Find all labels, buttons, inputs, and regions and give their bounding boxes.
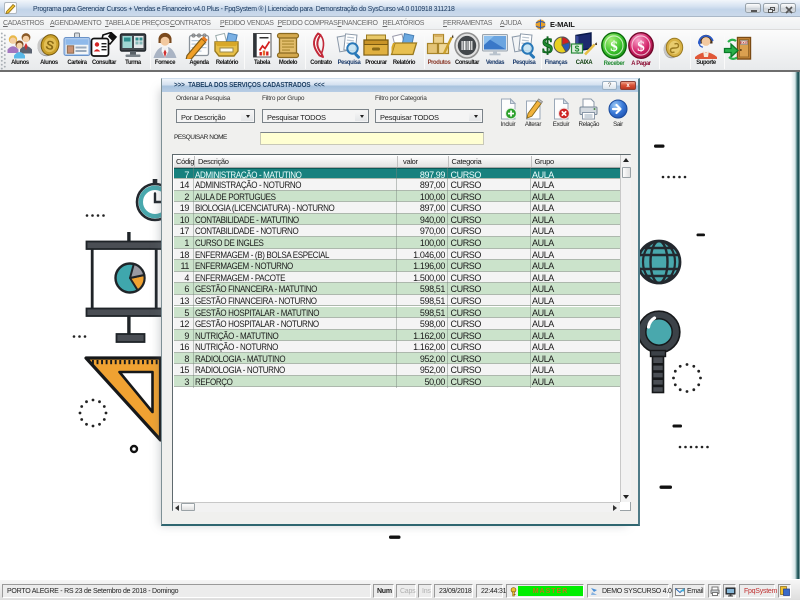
svg-text:$: $ [575, 44, 580, 54]
svg-text:$: $ [610, 39, 618, 55]
svg-text:$: $ [542, 33, 553, 58]
svg-text:EXIT: EXIT [740, 41, 749, 45]
svg-text:$: $ [637, 39, 645, 55]
